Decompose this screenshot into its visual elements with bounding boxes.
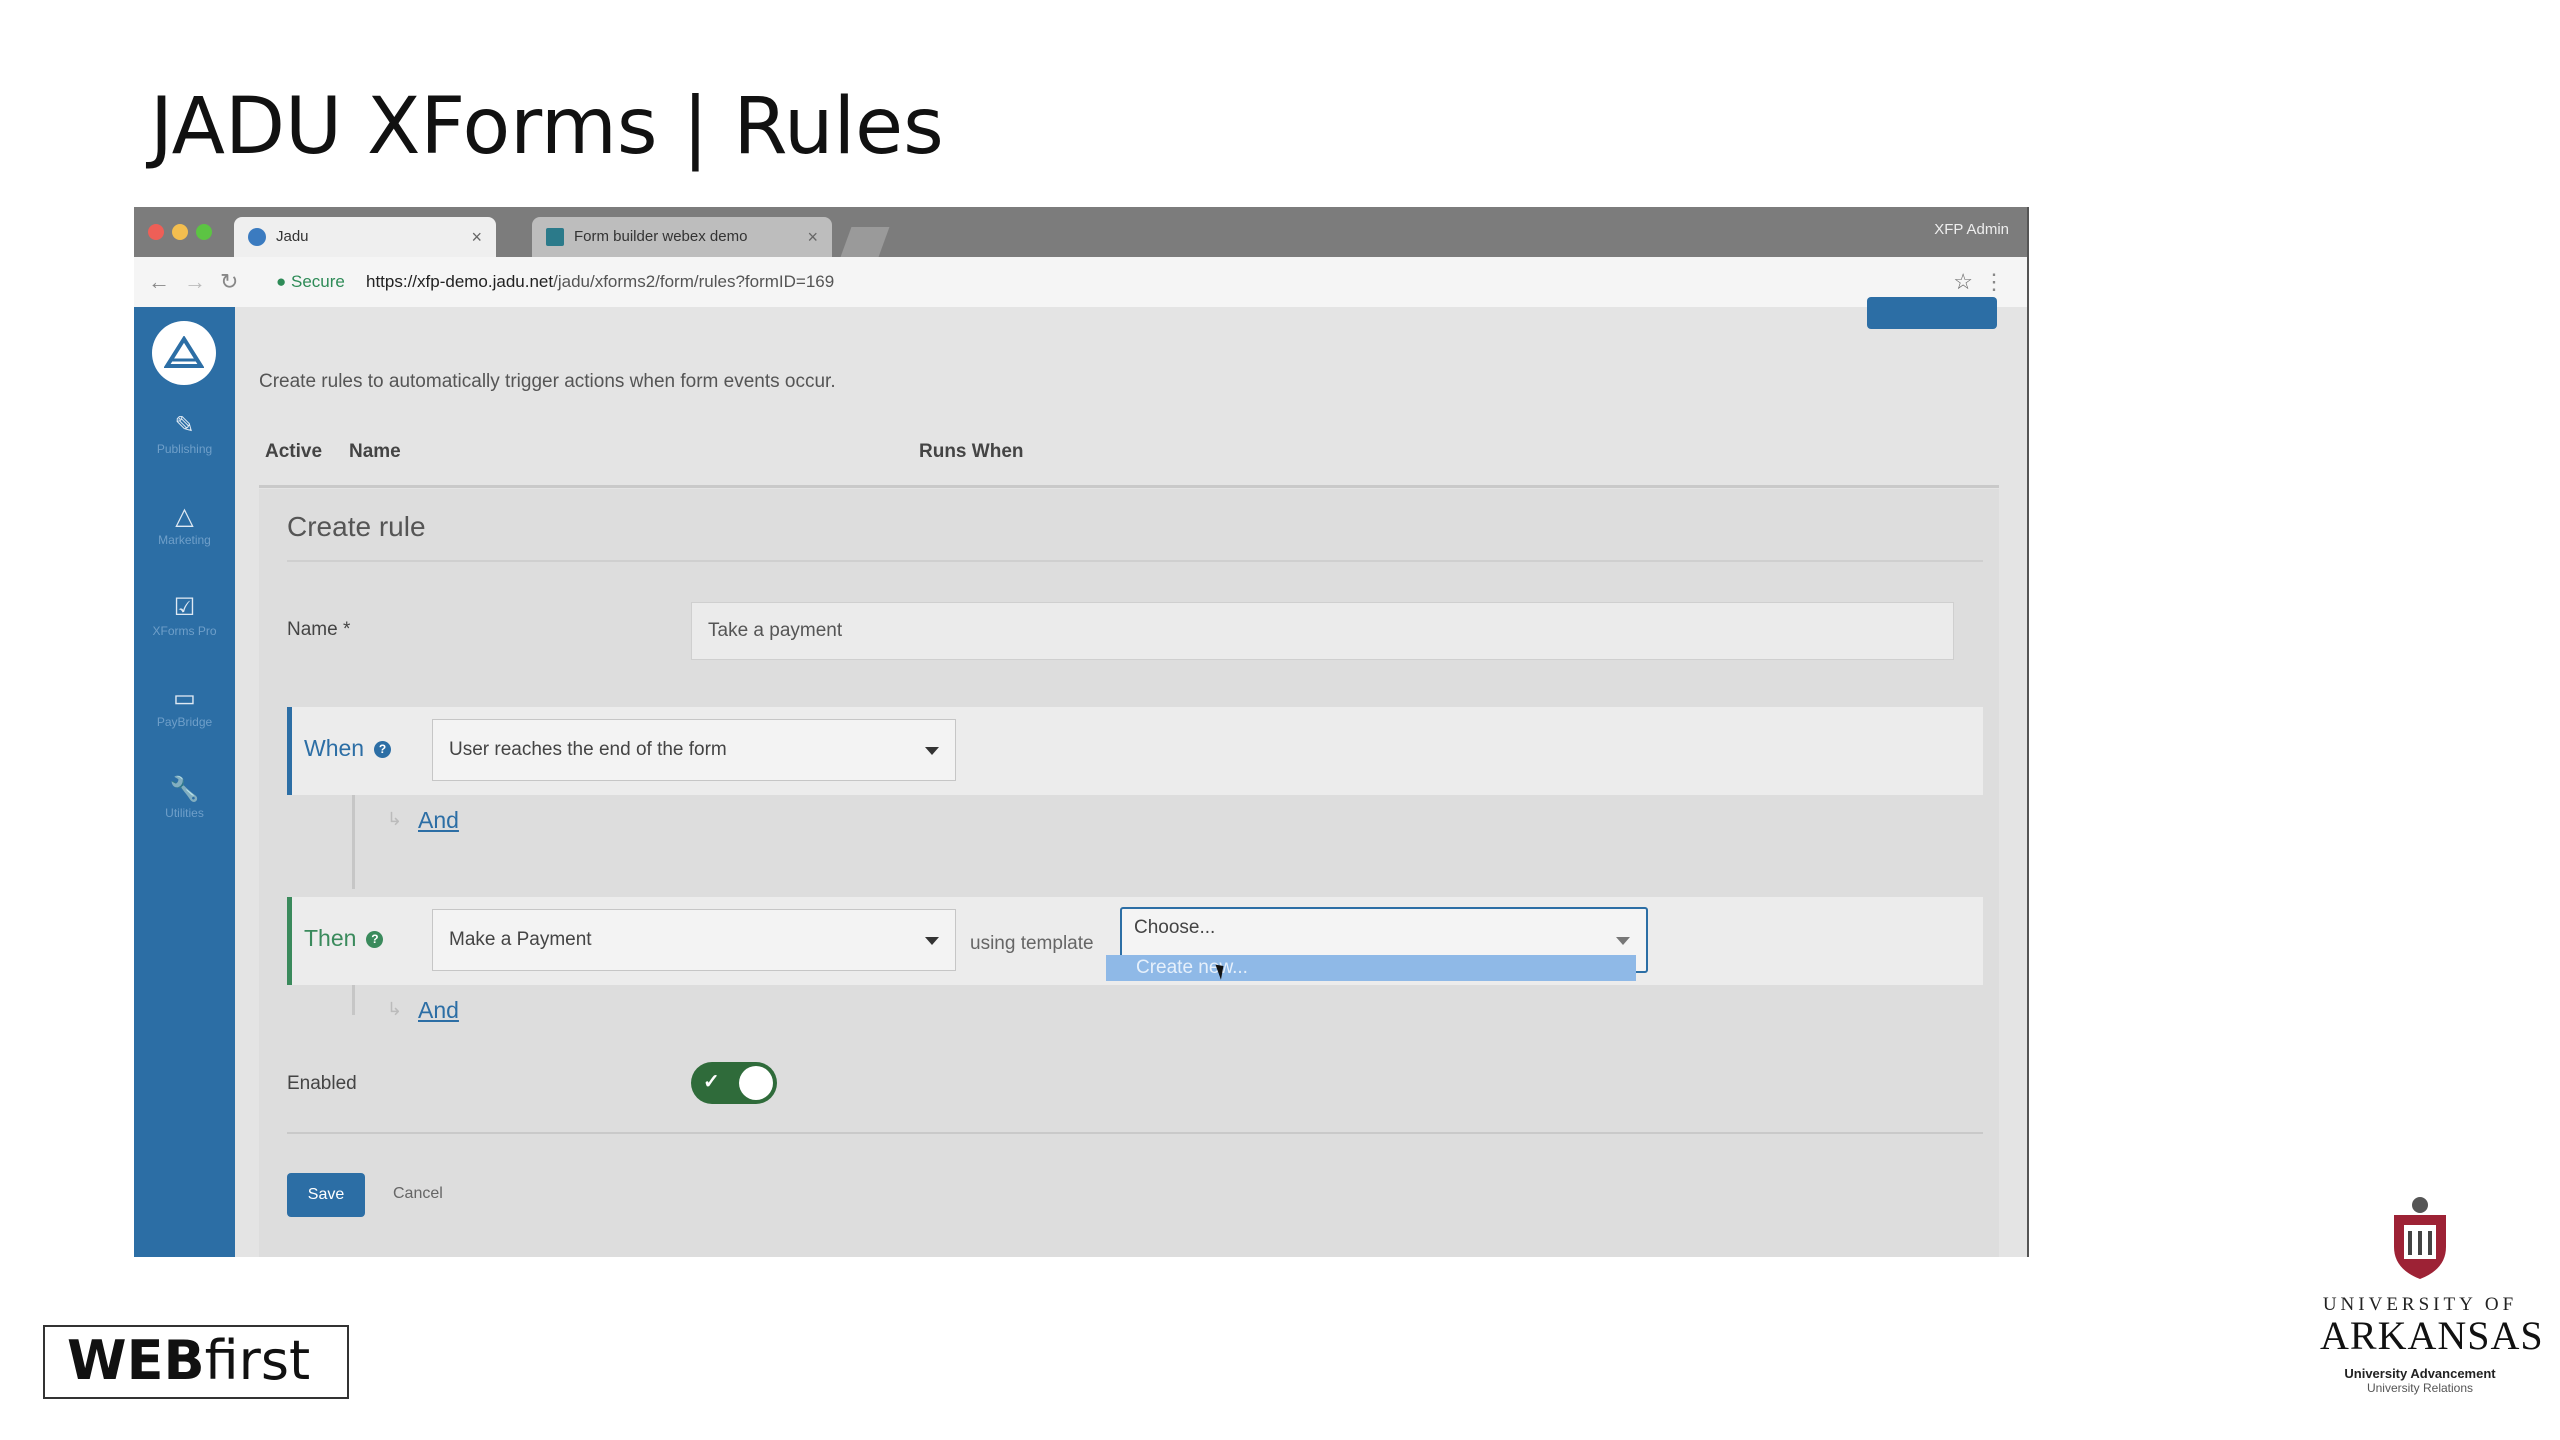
- then-select[interactable]: Make a Payment: [432, 909, 956, 971]
- check-icon: ✓: [703, 1071, 720, 1093]
- rule-name-input[interactable]: Take a payment: [691, 602, 1954, 660]
- reload-icon[interactable]: ↻: [220, 270, 238, 294]
- browser-menu-icon[interactable]: ⋮: [1983, 269, 2005, 295]
- megaphone-icon: △: [175, 503, 194, 530]
- when-label: When: [304, 735, 365, 761]
- tab-jadu[interactable]: Jadu ×: [234, 217, 496, 257]
- tab-form-builder[interactable]: Form builder webex demo ×: [532, 217, 832, 257]
- tab-strip: Jadu × Form builder webex demo × XFP Adm…: [134, 207, 2027, 257]
- tab-close-icon[interactable]: ×: [807, 217, 818, 257]
- template-select-value: Choose...: [1134, 917, 1216, 938]
- main-content: Create rules to automatically trigger ac…: [235, 297, 2027, 1257]
- back-icon[interactable]: ←: [148, 270, 170, 294]
- sidebar-item-label: PayBridge: [156, 715, 213, 729]
- help-icon[interactable]: ?: [374, 741, 392, 759]
- rule-connector: [352, 985, 355, 1015]
- pencil-icon: ✎: [174, 412, 195, 439]
- enabled-label: Enabled: [287, 1073, 357, 1094]
- bookmark-star-icon[interactable]: ☆: [1953, 269, 1973, 295]
- wrench-icon: 🔧: [169, 776, 200, 803]
- card-icon: ▭: [173, 685, 196, 712]
- sidebar-item-label: Marketing: [158, 533, 211, 547]
- jadu-logo[interactable]: [152, 321, 216, 385]
- when-select-value: User reaches the end of the form: [449, 739, 727, 760]
- cancel-button[interactable]: Cancel: [393, 1185, 443, 1203]
- address-bar: ← → ↻ ● Secure https://xfp-demo.jadu.net…: [134, 257, 2027, 308]
- checkbox-icon: ☑: [173, 594, 196, 621]
- column-name: Name: [349, 441, 401, 462]
- table-header-divider: [259, 485, 1999, 488]
- uark-line2: ARKANSAS: [2320, 1313, 2544, 1358]
- then-select-value: Make a Payment: [449, 929, 592, 950]
- form-footer-divider: [287, 1132, 1983, 1134]
- forward-icon[interactable]: →: [184, 270, 206, 294]
- secure-badge[interactable]: ● Secure: [276, 272, 345, 292]
- when-tag: When?: [304, 735, 392, 762]
- then-tag: Then?: [304, 925, 384, 952]
- sidebar-item-marketing[interactable]: △ Marketing: [134, 502, 235, 548]
- intro-text: Create rules to automatically trigger ac…: [259, 371, 836, 392]
- chevron-down-icon: [925, 747, 939, 755]
- when-block: When? User reaches the end of the form: [287, 707, 1983, 795]
- uark-line4: University Relations: [2366, 1381, 2474, 1395]
- then-block: Then? Make a Payment using template Choo…: [287, 897, 1983, 985]
- sidebar-item-label: XForms Pro: [152, 624, 217, 638]
- column-runs-when: Runs When: [919, 441, 1024, 462]
- slide-title: JADU XForms | Rules: [150, 82, 944, 172]
- jadu-logo-icon: [164, 336, 204, 368]
- lock-icon: ●: [276, 272, 287, 291]
- dropdown-option-create-new[interactable]: Create new...: [1106, 955, 1636, 981]
- tab-close-icon[interactable]: ×: [471, 217, 482, 257]
- dropdown-option-label: Create new...: [1136, 957, 1248, 978]
- branch-arrow-icon: ↳: [387, 809, 403, 829]
- secure-label: Secure: [291, 272, 345, 291]
- sidebar-item-paybridge[interactable]: ▭ PayBridge: [134, 684, 235, 730]
- save-button[interactable]: Save: [287, 1173, 365, 1217]
- webfirst-light: first: [204, 1329, 311, 1392]
- sidebar-item-publishing[interactable]: ✎ Publishing: [134, 411, 235, 457]
- name-label: Name *: [287, 619, 351, 640]
- app-sidebar: ✎ Publishing △ Marketing ☑ XForms Pro ▭ …: [134, 307, 235, 1257]
- toggle-knob: [739, 1066, 773, 1100]
- sidebar-item-label: Utilities: [165, 806, 204, 820]
- university-seal-icon: [2394, 1197, 2446, 1279]
- panel-divider: [287, 560, 1983, 562]
- help-icon[interactable]: ?: [366, 931, 384, 949]
- when-select[interactable]: User reaches the end of the form: [432, 719, 956, 781]
- profile-label[interactable]: XFP Admin: [1934, 221, 2009, 238]
- webfirst-bold: WEB: [67, 1329, 205, 1392]
- tab-label: Form builder webex demo: [574, 228, 748, 245]
- url-host: https://xfp-demo.jadu.net: [366, 272, 554, 291]
- branch-arrow-icon: ↳: [387, 999, 403, 1019]
- column-active: Active: [265, 441, 323, 462]
- using-template-label: using template: [970, 933, 1094, 954]
- form-favicon-icon: [546, 228, 564, 246]
- webfirst-logo: WEBfirst: [43, 1325, 349, 1399]
- jadu-favicon-icon: [248, 228, 266, 246]
- maximize-window-dot[interactable]: [196, 224, 212, 240]
- create-rule-panel: Create rule Name * Take a payment When? …: [259, 489, 1999, 1257]
- browser-window: Jadu × Form builder webex demo × XFP Adm…: [134, 207, 2029, 1257]
- when-and-link[interactable]: And: [418, 807, 459, 834]
- sidebar-item-utilities[interactable]: 🔧 Utilities: [134, 775, 235, 821]
- uark-line3: University Advancement: [2344, 1366, 2496, 1381]
- create-rule-top-button[interactable]: [1867, 297, 1997, 329]
- chevron-down-icon: [925, 937, 939, 945]
- sidebar-item-xforms-pro[interactable]: ☑ XForms Pro: [134, 593, 235, 639]
- new-tab-button[interactable]: [840, 227, 890, 257]
- then-and-link[interactable]: And: [418, 997, 459, 1024]
- close-window-dot[interactable]: [148, 224, 164, 240]
- rule-connector: [352, 795, 355, 889]
- sidebar-item-label: Publishing: [156, 442, 213, 456]
- panel-title: Create rule: [287, 511, 426, 542]
- university-of-arkansas-logo: UNIVERSITY OF ARKANSAS University Advanc…: [2320, 1195, 2544, 1395]
- tab-label: Jadu: [276, 228, 309, 245]
- chevron-down-icon: [1616, 937, 1630, 945]
- enabled-toggle[interactable]: ✓: [691, 1062, 777, 1104]
- url-path: /jadu/xforms2/form/rules?formID=169: [553, 272, 835, 291]
- url-input[interactable]: https://xfp-demo.jadu.net/jadu/xforms2/f…: [366, 272, 834, 292]
- minimize-window-dot[interactable]: [172, 224, 188, 240]
- then-label: Then: [304, 925, 357, 951]
